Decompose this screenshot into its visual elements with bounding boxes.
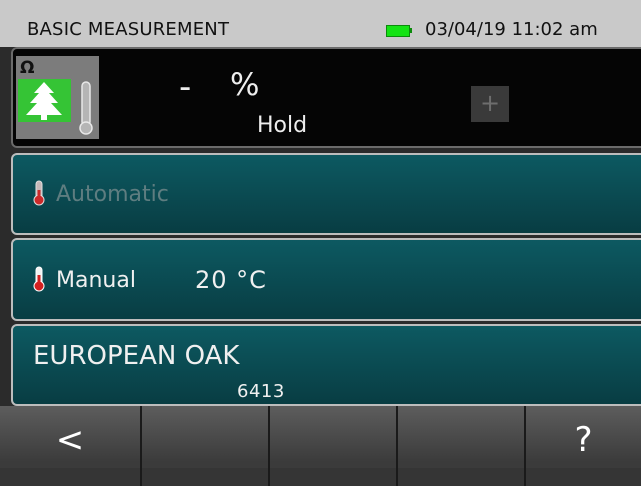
manual-label: Manual	[56, 268, 136, 293]
screen-title: BASIC MEASUREMENT	[27, 19, 230, 40]
toolbar-button-3[interactable]	[270, 406, 396, 486]
thermometer-icon	[33, 266, 45, 292]
back-button[interactable]: <	[0, 406, 140, 486]
help-button[interactable]: ?	[526, 406, 641, 486]
tree-icon	[18, 79, 71, 122]
manual-temperature-value: 20 °C	[195, 266, 267, 294]
toolbar-button-2[interactable]	[142, 406, 268, 486]
plus-button[interactable]: +	[471, 86, 509, 122]
help-icon: ?	[574, 420, 593, 460]
thermometer-icon	[79, 81, 93, 135]
thermometer-icon	[33, 180, 45, 206]
resistance-mode-label: Ω	[20, 58, 35, 78]
measurement-unit: %	[230, 67, 260, 103]
automatic-label: Automatic	[56, 182, 169, 207]
toolbar-button-4[interactable]	[398, 406, 524, 486]
battery-icon	[386, 25, 410, 37]
species-code: 6413	[237, 381, 285, 402]
measurement-value: -	[179, 67, 192, 107]
species-name: EUROPEAN OAK	[33, 341, 240, 371]
hold-status: Hold	[257, 113, 308, 138]
date-time: 03/04/19 11:02 am	[425, 19, 598, 40]
battery-tip	[409, 28, 412, 33]
back-icon: <	[55, 420, 85, 460]
measurement-panel	[11, 47, 641, 148]
